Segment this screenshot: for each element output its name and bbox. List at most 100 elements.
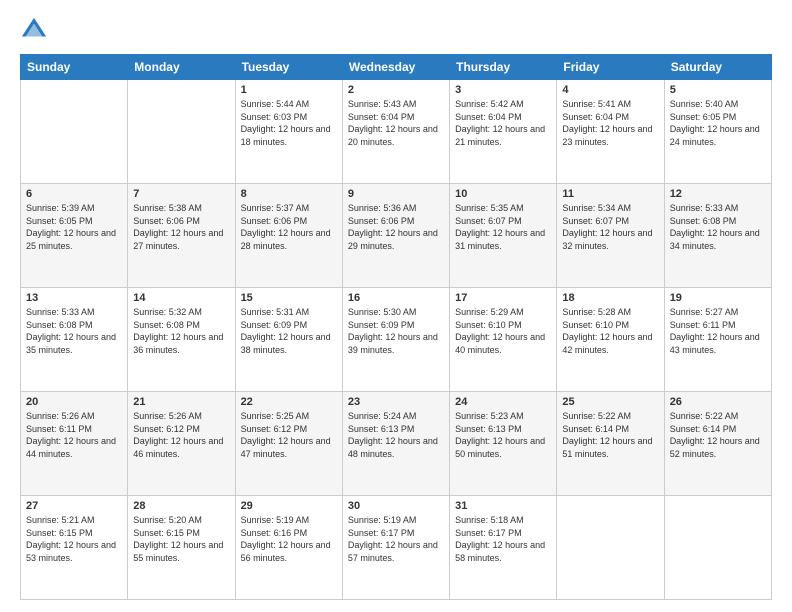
day-info: Sunrise: 5:26 AM Sunset: 6:11 PM Dayligh…: [26, 410, 122, 460]
day-number: 19: [670, 292, 766, 304]
day-number: 22: [241, 396, 337, 408]
day-number: 27: [26, 500, 122, 512]
day-info: Sunrise: 5:29 AM Sunset: 6:10 PM Dayligh…: [455, 306, 551, 356]
day-number: 1: [241, 84, 337, 96]
day-info: Sunrise: 5:41 AM Sunset: 6:04 PM Dayligh…: [562, 98, 658, 148]
day-number: 14: [133, 292, 229, 304]
day-number: 29: [241, 500, 337, 512]
calendar-cell: 22 Sunrise: 5:25 AM Sunset: 6:12 PM Dayli…: [235, 392, 342, 496]
day-number: 8: [241, 188, 337, 200]
day-number: 23: [348, 396, 444, 408]
weekday-header-saturday: Saturday: [664, 55, 771, 80]
week-row-4: 27 Sunrise: 5:21 AM Sunset: 6:15 PM Dayli…: [21, 496, 772, 600]
week-row-3: 20 Sunrise: 5:26 AM Sunset: 6:11 PM Dayli…: [21, 392, 772, 496]
calendar-cell: [557, 496, 664, 600]
day-number: 24: [455, 396, 551, 408]
day-number: 7: [133, 188, 229, 200]
day-number: 6: [26, 188, 122, 200]
calendar-cell: 25 Sunrise: 5:22 AM Sunset: 6:14 PM Dayli…: [557, 392, 664, 496]
calendar-cell: 9 Sunrise: 5:36 AM Sunset: 6:06 PM Daylig…: [342, 184, 449, 288]
calendar-cell: 31 Sunrise: 5:18 AM Sunset: 6:17 PM Dayli…: [450, 496, 557, 600]
calendar-page: SundayMondayTuesdayWednesdayThursdayFrid…: [0, 0, 792, 612]
day-number: 28: [133, 500, 229, 512]
day-number: 26: [670, 396, 766, 408]
day-number: 25: [562, 396, 658, 408]
day-info: Sunrise: 5:39 AM Sunset: 6:05 PM Dayligh…: [26, 202, 122, 252]
day-info: Sunrise: 5:26 AM Sunset: 6:12 PM Dayligh…: [133, 410, 229, 460]
day-info: Sunrise: 5:30 AM Sunset: 6:09 PM Dayligh…: [348, 306, 444, 356]
day-info: Sunrise: 5:37 AM Sunset: 6:06 PM Dayligh…: [241, 202, 337, 252]
day-info: Sunrise: 5:33 AM Sunset: 6:08 PM Dayligh…: [670, 202, 766, 252]
day-info: Sunrise: 5:22 AM Sunset: 6:14 PM Dayligh…: [670, 410, 766, 460]
calendar-cell: 30 Sunrise: 5:19 AM Sunset: 6:17 PM Dayli…: [342, 496, 449, 600]
day-info: Sunrise: 5:23 AM Sunset: 6:13 PM Dayligh…: [455, 410, 551, 460]
day-info: Sunrise: 5:24 AM Sunset: 6:13 PM Dayligh…: [348, 410, 444, 460]
calendar-cell: 24 Sunrise: 5:23 AM Sunset: 6:13 PM Dayli…: [450, 392, 557, 496]
day-number: 4: [562, 84, 658, 96]
day-info: Sunrise: 5:43 AM Sunset: 6:04 PM Dayligh…: [348, 98, 444, 148]
calendar-cell: 4 Sunrise: 5:41 AM Sunset: 6:04 PM Daylig…: [557, 80, 664, 184]
calendar-cell: 8 Sunrise: 5:37 AM Sunset: 6:06 PM Daylig…: [235, 184, 342, 288]
calendar-cell: 18Sunrise: 5:28 AM Sunset: 6:10 PM Dayli…: [557, 288, 664, 392]
calendar-cell: 23 Sunrise: 5:24 AM Sunset: 6:13 PM Dayli…: [342, 392, 449, 496]
day-number: 15: [241, 292, 337, 304]
day-number: 3: [455, 84, 551, 96]
calendar-cell: 13Sunrise: 5:33 AM Sunset: 6:08 PM Dayli…: [21, 288, 128, 392]
calendar-cell: 16 Sunrise: 5:30 AM Sunset: 6:09 PM Dayli…: [342, 288, 449, 392]
day-number: 12: [670, 188, 766, 200]
calendar-cell: 2 Sunrise: 5:43 AM Sunset: 6:04 PM Daylig…: [342, 80, 449, 184]
calendar-cell: 14Sunrise: 5:32 AM Sunset: 6:08 PM Dayli…: [128, 288, 235, 392]
weekday-header-monday: Monday: [128, 55, 235, 80]
logo-icon: [20, 16, 48, 44]
calendar-cell: 19 Sunrise: 5:27 AM Sunset: 6:11 PM Dayli…: [664, 288, 771, 392]
calendar-cell: 3 Sunrise: 5:42 AM Sunset: 6:04 PM Daylig…: [450, 80, 557, 184]
day-number: 10: [455, 188, 551, 200]
day-info: Sunrise: 5:28 AM Sunset: 6:10 PM Dayligh…: [562, 306, 658, 356]
day-number: 21: [133, 396, 229, 408]
day-info: Sunrise: 5:27 AM Sunset: 6:11 PM Dayligh…: [670, 306, 766, 356]
calendar-cell: 11 Sunrise: 5:34 AM Sunset: 6:07 PM Dayli…: [557, 184, 664, 288]
calendar-cell: 17 Sunrise: 5:29 AM Sunset: 6:10 PM Dayli…: [450, 288, 557, 392]
day-number: 9: [348, 188, 444, 200]
calendar-cell: [21, 80, 128, 184]
day-info: Sunrise: 5:38 AM Sunset: 6:06 PM Dayligh…: [133, 202, 229, 252]
day-number: 31: [455, 500, 551, 512]
calendar-cell: 27 Sunrise: 5:21 AM Sunset: 6:15 PM Dayli…: [21, 496, 128, 600]
week-row-0: 1 Sunrise: 5:44 AM Sunset: 6:03 PM Daylig…: [21, 80, 772, 184]
day-info: Sunrise: 5:31 AM Sunset: 6:09 PM Dayligh…: [241, 306, 337, 356]
day-info: Sunrise: 5:18 AM Sunset: 6:17 PM Dayligh…: [455, 514, 551, 564]
day-info: Sunrise: 5:36 AM Sunset: 6:06 PM Dayligh…: [348, 202, 444, 252]
day-number: 17: [455, 292, 551, 304]
calendar-cell: 15 Sunrise: 5:31 AM Sunset: 6:09 PM Dayli…: [235, 288, 342, 392]
header: [20, 16, 772, 44]
day-info: Sunrise: 5:35 AM Sunset: 6:07 PM Dayligh…: [455, 202, 551, 252]
calendar-cell: [664, 496, 771, 600]
day-number: 20: [26, 396, 122, 408]
calendar-cell: 26 Sunrise: 5:22 AM Sunset: 6:14 PM Dayli…: [664, 392, 771, 496]
day-number: 30: [348, 500, 444, 512]
day-info: Sunrise: 5:22 AM Sunset: 6:14 PM Dayligh…: [562, 410, 658, 460]
day-info: Sunrise: 5:21 AM Sunset: 6:15 PM Dayligh…: [26, 514, 122, 564]
week-row-1: 6 Sunrise: 5:39 AM Sunset: 6:05 PM Daylig…: [21, 184, 772, 288]
calendar-cell: 12 Sunrise: 5:33 AM Sunset: 6:08 PM Dayli…: [664, 184, 771, 288]
calendar-cell: 20 Sunrise: 5:26 AM Sunset: 6:11 PM Dayli…: [21, 392, 128, 496]
weekday-header-thursday: Thursday: [450, 55, 557, 80]
day-info: Sunrise: 5:19 AM Sunset: 6:17 PM Dayligh…: [348, 514, 444, 564]
day-number: 16: [348, 292, 444, 304]
calendar-cell: 1 Sunrise: 5:44 AM Sunset: 6:03 PM Daylig…: [235, 80, 342, 184]
calendar-cell: 7 Sunrise: 5:38 AM Sunset: 6:06 PM Daylig…: [128, 184, 235, 288]
day-number: 11: [562, 188, 658, 200]
calendar-cell: 5Sunrise: 5:40 AM Sunset: 6:05 PM Daylig…: [664, 80, 771, 184]
week-row-2: 13Sunrise: 5:33 AM Sunset: 6:08 PM Dayli…: [21, 288, 772, 392]
day-number: 5: [670, 84, 766, 96]
day-info: Sunrise: 5:44 AM Sunset: 6:03 PM Dayligh…: [241, 98, 337, 148]
weekday-header-wednesday: Wednesday: [342, 55, 449, 80]
logo: [20, 16, 52, 44]
calendar-cell: 29Sunrise: 5:19 AM Sunset: 6:16 PM Dayli…: [235, 496, 342, 600]
day-info: Sunrise: 5:34 AM Sunset: 6:07 PM Dayligh…: [562, 202, 658, 252]
day-info: Sunrise: 5:25 AM Sunset: 6:12 PM Dayligh…: [241, 410, 337, 460]
calendar-table: SundayMondayTuesdayWednesdayThursdayFrid…: [20, 54, 772, 600]
day-info: Sunrise: 5:42 AM Sunset: 6:04 PM Dayligh…: [455, 98, 551, 148]
calendar-cell: 21 Sunrise: 5:26 AM Sunset: 6:12 PM Dayli…: [128, 392, 235, 496]
day-number: 2: [348, 84, 444, 96]
